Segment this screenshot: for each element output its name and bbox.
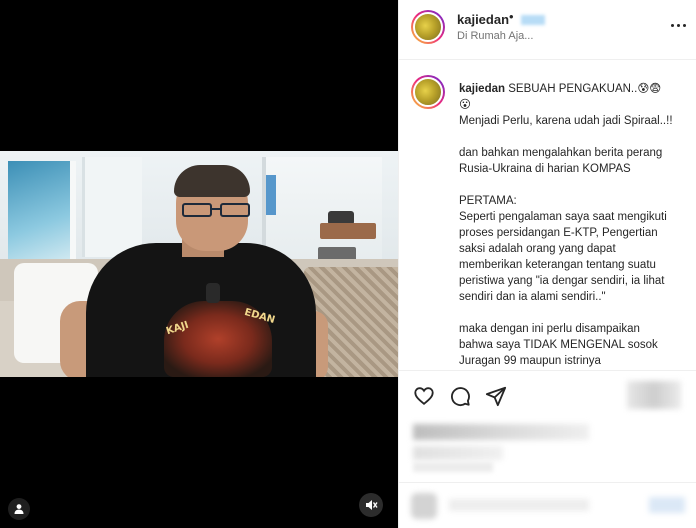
caption-line: Juragan 99 maupun istrinya <box>459 355 601 367</box>
person-hair <box>174 165 250 197</box>
caption-line: saksi adalah orang yang dapat <box>459 243 616 255</box>
caption-line: maka dengan ini perlu disampaikan <box>459 323 640 335</box>
caption-line: Seperti pengalaman saya saat mengikuti <box>459 211 667 223</box>
save-icon[interactable] <box>627 381 681 409</box>
post-media[interactable]: KAJI EDAN <box>0 0 398 528</box>
post-comment-button[interactable] <box>649 497 685 513</box>
eyeglasses <box>180 203 254 217</box>
lapel-microphone <box>206 283 220 303</box>
likes-summary <box>413 446 503 460</box>
share-icon[interactable] <box>485 385 507 407</box>
post-date <box>413 462 493 472</box>
emoji-icon[interactable] <box>411 493 437 519</box>
user-tag-icon[interactable] <box>8 498 30 520</box>
avatar[interactable] <box>411 10 445 44</box>
comment-input[interactable] <box>449 499 589 511</box>
post-location[interactable]: Di Rumah Aja... <box>457 30 533 42</box>
caption-line: Menjadi Perlu, karena udah jadi Spiraal.… <box>459 115 673 127</box>
background-wall <box>82 157 142 257</box>
caption-line: dan bahkan mengalahkan berita perang <box>459 147 663 159</box>
more-options-icon[interactable] <box>671 18 689 32</box>
post-username[interactable]: kajiedan <box>457 12 509 27</box>
caption-line: bahwa saya TIDAK MENGENAL sosok <box>459 339 658 351</box>
comment-bar <box>399 482 696 528</box>
caption-username[interactable]: kajiedan <box>459 83 505 95</box>
heart-icon[interactable] <box>413 385 435 407</box>
caption-section: kajiedan SEBUAH PENGAKUAN..😰😨 😮 Menjadi … <box>399 61 696 370</box>
caption-line: Rusia-Ukraina di harian KOMPAS <box>459 163 631 175</box>
caption-line: 😮 <box>459 99 471 111</box>
likes-count[interactable] <box>413 424 589 440</box>
caption-line: SEBUAH PENGAKUAN..😰😨 <box>505 83 662 95</box>
caption-line: peristiwa yang "ia dengar sendiri, ia li… <box>459 275 665 287</box>
post-header: kajiedan • Di Rumah Aja... <box>399 0 696 60</box>
post-caption: kajiedan SEBUAH PENGAKUAN..😰😨 😮 Menjadi … <box>459 81 691 369</box>
caption-line: sendiri dan ia alami sendiri.." <box>459 291 606 303</box>
avatar[interactable] <box>411 75 445 109</box>
caption-line: PERTAMA: <box>459 195 517 207</box>
video-player[interactable]: KAJI EDAN <box>0 151 398 377</box>
background-shelf <box>320 223 376 239</box>
post-details-panel: kajiedan • Di Rumah Aja... kajiedan SEBU… <box>398 0 696 528</box>
background-decoration <box>266 175 276 215</box>
separator-dot: • <box>509 9 514 24</box>
comment-icon[interactable] <box>449 385 471 407</box>
caption-line: proses persidangan E-KTP, Pengertian <box>459 227 658 239</box>
caption-line: memberikan keterangan tentang suatu <box>459 259 656 271</box>
post-actions <box>399 370 696 420</box>
follow-button[interactable] <box>521 15 545 25</box>
muted-audio-icon[interactable] <box>359 493 383 517</box>
